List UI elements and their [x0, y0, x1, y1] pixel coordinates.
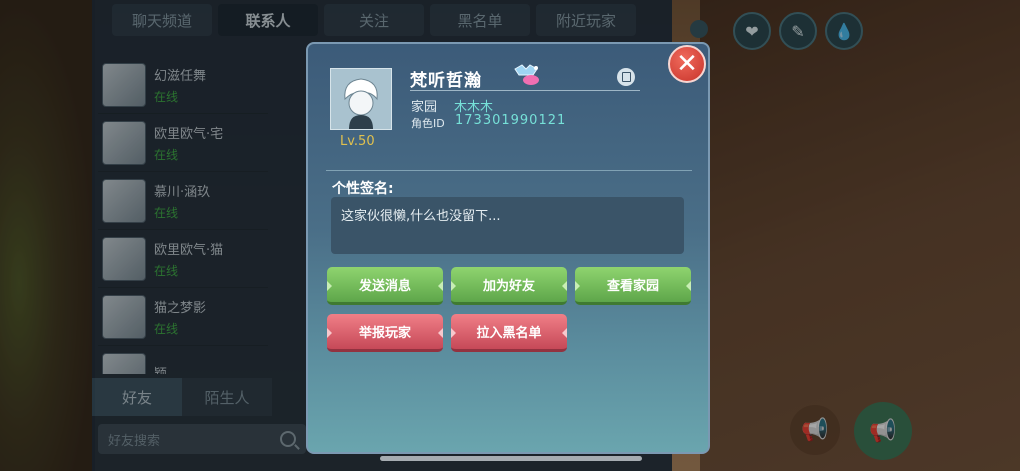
divider — [326, 170, 692, 171]
view-home-button[interactable]: 查看家园 — [575, 267, 691, 305]
role-id-value: 173301990121 — [455, 113, 567, 128]
name-underline — [410, 90, 640, 91]
home-label: 家园 — [411, 100, 438, 115]
signature-text: 这家伙很懒,什么也没留下... — [341, 209, 501, 224]
report-player-button[interactable]: 举报玩家 — [327, 314, 443, 352]
role-id-label: 角色ID — [411, 117, 445, 130]
home-indicator — [380, 456, 642, 461]
add-blacklist-button[interactable]: 拉入黑名单 — [451, 314, 567, 352]
player-avatar — [330, 68, 392, 130]
player-avatar-icon — [331, 69, 391, 129]
vip-badge-icon — [514, 64, 539, 85]
send-message-button[interactable]: 发送消息 — [327, 267, 443, 305]
close-icon: ✕ — [676, 49, 698, 79]
close-button[interactable]: ✕ — [668, 45, 706, 83]
player-level: Lv.50 — [340, 134, 375, 149]
add-friend-button[interactable]: 加为好友 — [451, 267, 567, 305]
player-name: 梵听哲瀚 — [410, 71, 482, 91]
copy-icon[interactable] — [617, 68, 635, 86]
signature-box: 这家伙很懒,什么也没留下... — [331, 197, 684, 254]
signature-label: 个性签名: — [332, 181, 394, 197]
